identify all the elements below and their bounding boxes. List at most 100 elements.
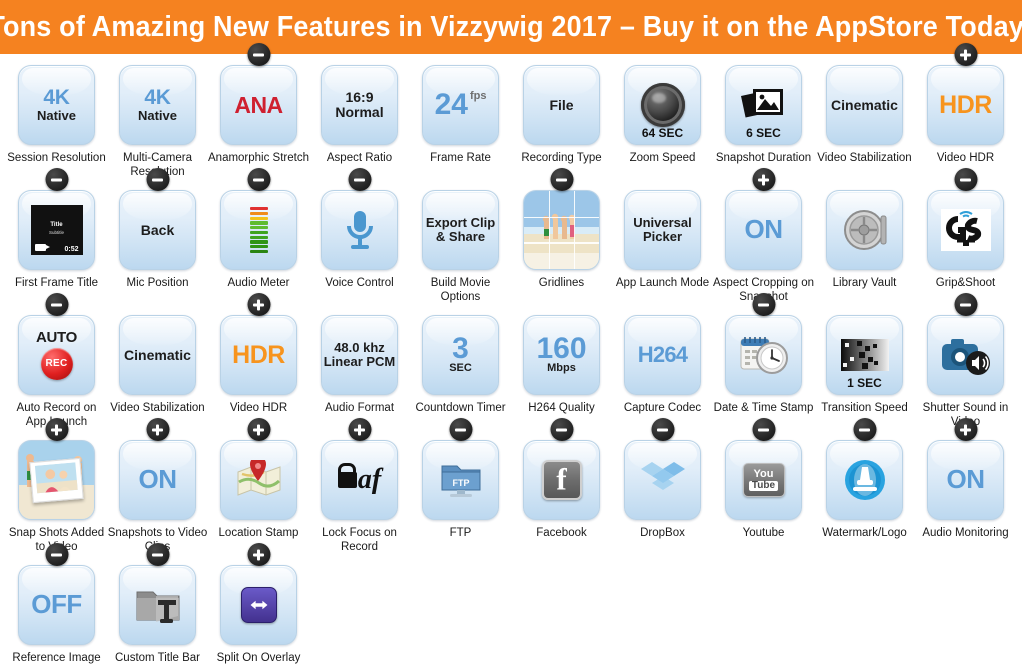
feature-tile[interactable] — [321, 190, 398, 270]
grip-and-shoot-logo-icon — [940, 209, 991, 251]
feature-tile[interactable]: 4K Native — [18, 65, 95, 145]
plus-badge-icon[interactable] — [247, 543, 270, 566]
feature-tile[interactable]: Cinematic — [119, 315, 196, 395]
minus-badge-icon[interactable] — [651, 418, 674, 441]
tile-face: ON — [726, 191, 801, 269]
feature-cell: Audio Meter — [208, 168, 309, 304]
feature-tile[interactable]: File — [523, 65, 600, 145]
tile-caption: Recording Type — [521, 152, 602, 164]
minus-badge-icon[interactable] — [954, 293, 977, 316]
minus-badge-icon[interactable] — [449, 418, 472, 441]
youtube-icon: You Tube — [742, 463, 785, 497]
minus-badge-icon[interactable] — [853, 418, 876, 441]
feature-tile[interactable] — [523, 190, 600, 270]
feature-tile[interactable]: ON — [119, 440, 196, 520]
minus-badge-icon[interactable] — [954, 168, 977, 191]
plus-badge-icon[interactable] — [45, 418, 68, 441]
tile-caption: Video Stabilization — [817, 152, 912, 164]
feature-tile[interactable]: Export Clip & Share — [422, 190, 499, 270]
feature-tile[interactable] — [220, 565, 297, 645]
minus-badge-icon[interactable] — [550, 168, 573, 191]
minus-badge-icon[interactable] — [550, 418, 573, 441]
plus-badge-icon[interactable] — [348, 418, 371, 441]
page-banner: Tons of Amazing New Features in Vizzywig… — [0, 0, 1022, 54]
feature-tile[interactable] — [220, 190, 297, 270]
tile-face: HDR — [928, 66, 1003, 144]
feature-tile[interactable]: Universal Picker — [624, 190, 701, 270]
feature-tile[interactable] — [725, 315, 802, 395]
feature-tile[interactable]: HDR — [220, 315, 297, 395]
plus-badge-icon[interactable] — [954, 43, 977, 66]
tile-value: 48.0 khz — [334, 340, 385, 356]
plus-badge-icon[interactable] — [146, 418, 169, 441]
feature-tile[interactable]: 64 SEC — [624, 65, 701, 145]
tile-face — [726, 316, 801, 394]
feature-tile[interactable]: You Tube — [725, 440, 802, 520]
feature-tile[interactable] — [18, 440, 95, 520]
feature-cell: af Lock Focus on Record — [309, 418, 410, 554]
feature-tile[interactable]: 160 Mbps — [523, 315, 600, 395]
feature-tile[interactable]: OFF — [18, 565, 95, 645]
minus-badge-icon[interactable] — [348, 168, 371, 191]
feature-tile[interactable] — [523, 440, 600, 520]
feature-tile[interactable] — [119, 565, 196, 645]
minus-badge-icon[interactable] — [247, 168, 270, 191]
minus-badge-icon[interactable] — [146, 543, 169, 566]
tile-caption: Snapshot Duration — [715, 152, 812, 164]
tile-caption: Reference Image — [12, 652, 101, 664]
tile-face — [625, 441, 700, 519]
feature-tile[interactable]: H264 — [624, 315, 701, 395]
feature-tile[interactable] — [927, 315, 1004, 395]
feature-tile[interactable]: 24 fps — [422, 65, 499, 145]
feature-tile[interactable] — [220, 440, 297, 520]
plus-badge-icon[interactable] — [752, 168, 775, 191]
tile-face: Cinematic — [120, 316, 195, 394]
feature-tile[interactable]: 48.0 khz Linear PCM — [321, 315, 398, 395]
feature-cell: Cinematic Video Stabilization — [814, 54, 915, 179]
minus-badge-icon[interactable] — [146, 168, 169, 191]
feature-tile[interactable]: 6 SEC — [725, 65, 802, 145]
tile-face — [928, 316, 1003, 394]
feature-tile[interactable]: 1 SEC — [826, 315, 903, 395]
feature-tile[interactable]: 4K Native — [119, 65, 196, 145]
minus-badge-icon[interactable] — [752, 293, 775, 316]
feature-tile[interactable]: FTP — [422, 440, 499, 520]
feature-tile[interactable]: Back — [119, 190, 196, 270]
minus-badge-icon[interactable] — [45, 168, 68, 191]
first-frame-video-thumbnail: Title Subtitle 0:52 — [30, 205, 83, 255]
tile-caption: Video Stabilization — [110, 402, 205, 414]
tile-face: ON — [928, 441, 1003, 519]
minus-badge-icon[interactable] — [752, 418, 775, 441]
feature-tile[interactable] — [826, 440, 903, 520]
minus-badge-icon[interactable] — [45, 293, 68, 316]
minus-badge-icon[interactable] — [247, 43, 270, 66]
tile-face — [322, 191, 397, 269]
tile-face — [120, 566, 195, 644]
feature-tile[interactable] — [826, 190, 903, 270]
video-subtitle-label: Subtitle — [48, 230, 64, 235]
plus-badge-icon[interactable] — [247, 293, 270, 316]
tile-caption: Zoom Speed — [629, 152, 696, 164]
feature-tile[interactable] — [927, 190, 1004, 270]
feature-tile[interactable]: Cinematic — [826, 65, 903, 145]
tile-subvalue: Linear PCM — [323, 354, 396, 369]
feature-tile[interactable]: ANA — [220, 65, 297, 145]
tile-face — [827, 191, 902, 269]
plus-badge-icon[interactable] — [247, 418, 270, 441]
minus-badge-icon[interactable] — [45, 543, 68, 566]
feature-tile[interactable]: ON — [927, 440, 1004, 520]
feature-tile[interactable]: HDR — [927, 65, 1004, 145]
feature-tile[interactable]: Title Subtitle 0:52 — [18, 190, 95, 270]
feature-tile[interactable]: 16:9 Normal — [321, 65, 398, 145]
tile-caption: Anamorphic Stretch — [208, 152, 309, 164]
tile-face: File — [524, 66, 599, 144]
tile-face — [524, 441, 599, 519]
feature-tile[interactable]: 3 SEC — [422, 315, 499, 395]
feature-tile[interactable]: ON — [725, 190, 802, 270]
feature-tile[interactable]: AUTO REC — [18, 315, 95, 395]
feature-cell: Shutter Sound in Video — [915, 293, 1016, 429]
feature-tile[interactable]: af — [321, 440, 398, 520]
tile-value: OFF — [31, 589, 82, 620]
plus-badge-icon[interactable] — [954, 418, 977, 441]
feature-tile[interactable] — [624, 440, 701, 520]
